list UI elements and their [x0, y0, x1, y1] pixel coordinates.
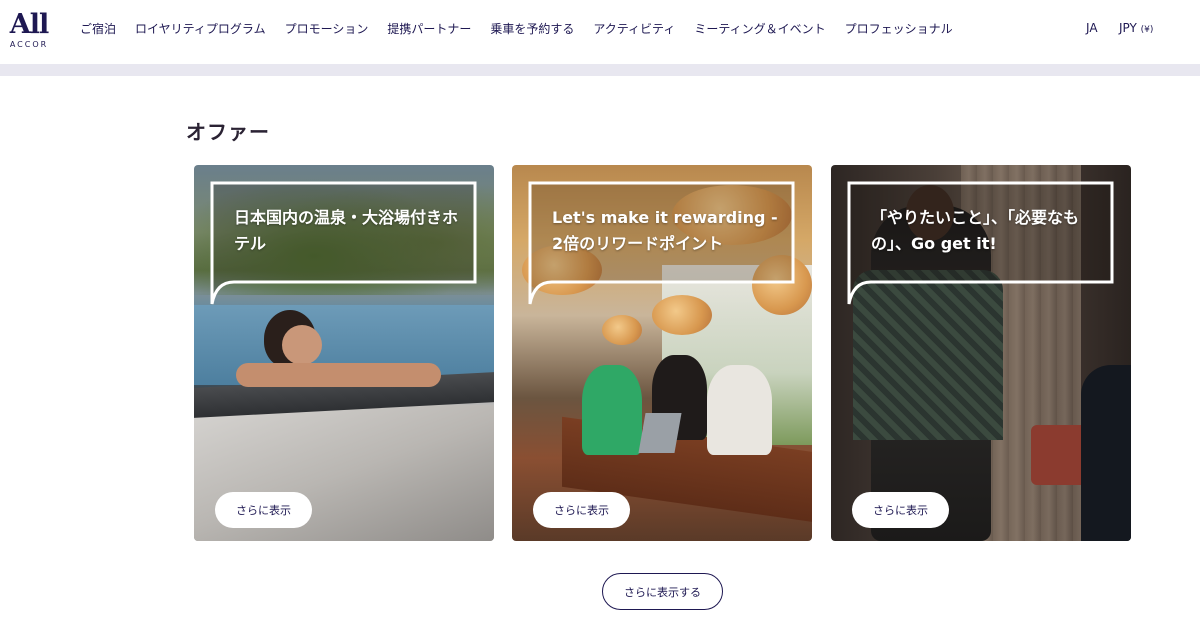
main-nav: ご宿泊 ロイヤリティプログラム プロモーション 提携パートナー 乗車を予約する … — [80, 0, 972, 58]
offers-title: オファー — [186, 120, 270, 144]
currency-symbol: (¥) — [1140, 25, 1154, 35]
offer-card-more-button[interactable]: さらに表示 — [852, 492, 949, 528]
nav-item-stays[interactable]: ご宿泊 — [80, 21, 116, 37]
all-accor-logo[interactable]: All ACCOR — [4, 11, 54, 53]
offer-card-title: 日本国内の温泉・大浴場付きホテル — [234, 208, 459, 253]
offer-card-more-button[interactable]: さらに表示 — [533, 492, 630, 528]
nav-item-partners[interactable]: 提携パートナー — [387, 21, 471, 37]
offer-card-title: 「やりたいこと」、「必要なもの」、Go get it! — [871, 208, 1080, 253]
currency-selector[interactable]: JPY (¥) — [1119, 21, 1153, 35]
nav-item-professional[interactable]: プロフェッショナル — [845, 21, 953, 37]
site-header: All ACCOR ご宿泊 ロイヤリティプログラム プロモーション 提携パートナ… — [0, 0, 1200, 64]
language-selector[interactable]: JA — [1086, 21, 1098, 35]
nav-item-meetings[interactable]: ミーティング＆イベント — [694, 21, 825, 37]
nav-item-rides[interactable]: 乗車を予約する — [490, 21, 574, 37]
offer-card-title: Let's make it rewarding - 2倍のリワードポイント — [552, 208, 778, 253]
nav-item-loyalty[interactable]: ロイヤリティプログラム — [135, 21, 266, 37]
logo-sub-text: ACCOR — [9, 40, 49, 49]
offer-card-rewards[interactable]: Let's make it rewarding - 2倍のリワードポイント さら… — [512, 165, 812, 541]
header-divider-band — [0, 64, 1200, 76]
currency-code: JPY — [1119, 21, 1137, 35]
offer-card-go-get-it[interactable]: 「やりたいこと」、「必要なもの」、Go get it! さらに表示 — [831, 165, 1131, 541]
nav-item-promotions[interactable]: プロモーション — [285, 21, 369, 37]
offer-card-onsen[interactable]: 日本国内の温泉・大浴場付きホテル さらに表示 — [194, 165, 494, 541]
nav-item-activities[interactable]: アクティビティ — [593, 21, 675, 37]
show-more-offers-button[interactable]: さらに表示する — [602, 573, 723, 610]
offer-card-more-button[interactable]: さらに表示 — [215, 492, 312, 528]
logo-main-text: All — [9, 9, 49, 40]
